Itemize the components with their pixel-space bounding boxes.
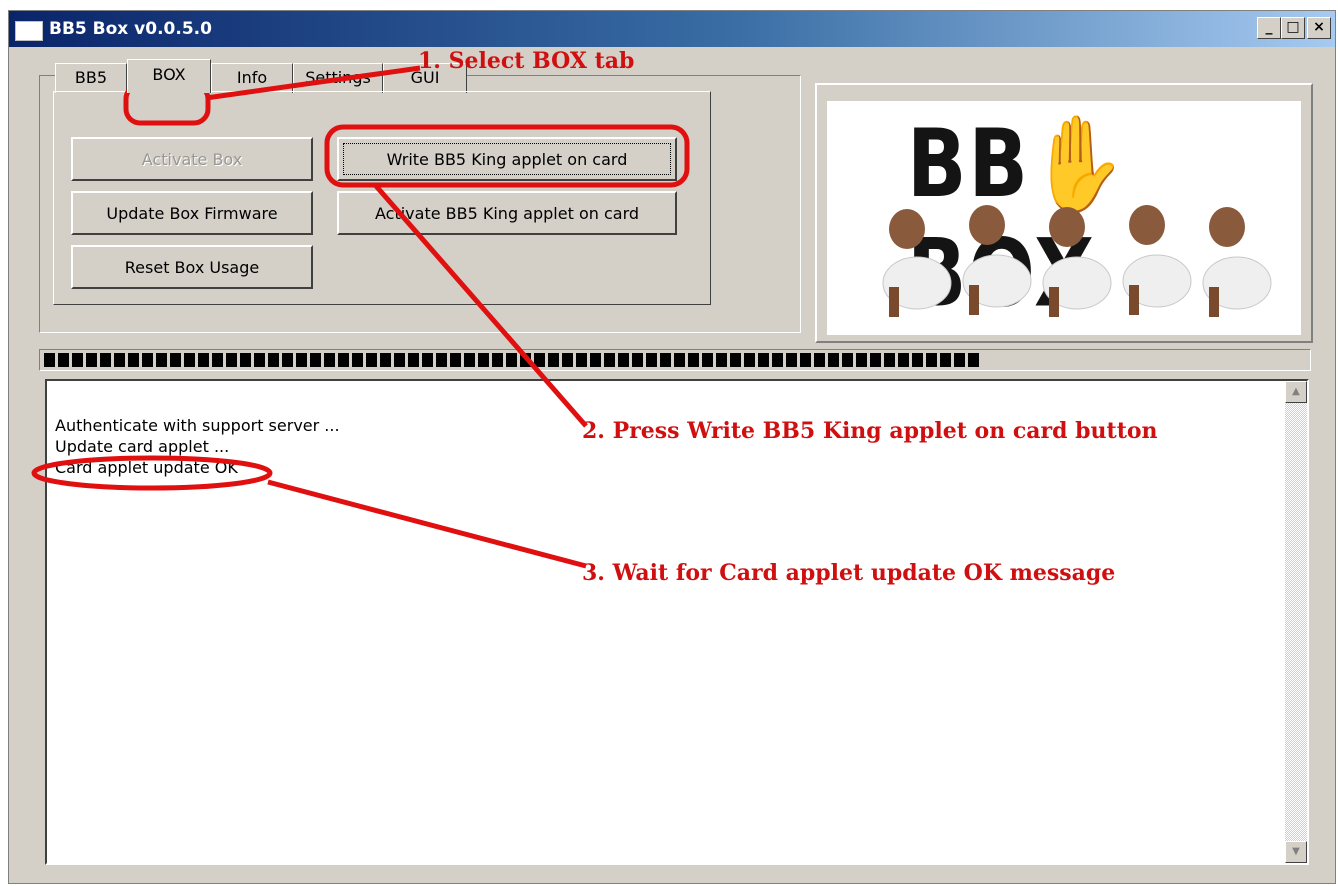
- minimize-icon[interactable]: _: [1257, 17, 1281, 39]
- update-firmware-button[interactable]: Update Box Firmware: [71, 191, 313, 235]
- annotation-step3: 3. Wait for Card applet update OK messag…: [582, 560, 1116, 586]
- tab-bb5[interactable]: BB5: [55, 63, 127, 93]
- close-icon[interactable]: ×: [1307, 17, 1331, 39]
- tab-box[interactable]: BOX: [127, 59, 211, 93]
- write-applet-button[interactable]: Write BB5 King applet on card: [337, 137, 677, 181]
- log-lines: Authenticate with support server ... Upd…: [55, 415, 340, 478]
- log-line: Update card applet ...: [55, 437, 230, 456]
- progress-fill: [44, 353, 979, 367]
- vertical-scrollbar[interactable]: ▲ ▼: [1285, 381, 1307, 863]
- maximize-icon[interactable]: □: [1281, 17, 1305, 39]
- activate-box-button[interactable]: Activate Box: [71, 137, 313, 181]
- activate-applet-button[interactable]: Activate BB5 King applet on card: [337, 191, 677, 235]
- progress-bar: [39, 349, 1311, 371]
- babies-illustration: [882, 205, 1272, 317]
- bb-box-logo: BB✋ BOX: [827, 101, 1301, 335]
- annotation-step2: 2. Press Write BB5 King applet on card b…: [582, 418, 1158, 444]
- app-icon: [15, 21, 43, 41]
- logo-frame: BB✋ BOX: [815, 83, 1313, 343]
- tab-settings[interactable]: Settings: [293, 63, 383, 93]
- tab-info[interactable]: Info: [211, 63, 293, 93]
- window-title: BB5 Box v0.0.5.0: [49, 19, 212, 39]
- reset-usage-button[interactable]: Reset Box Usage: [71, 245, 313, 289]
- annotation-step1: 1. Select BOX tab: [418, 48, 635, 74]
- arrow-down-icon[interactable]: ▼: [1285, 841, 1307, 863]
- focus-rect: [343, 143, 671, 175]
- app-window: BB5 Box v0.0.5.0 _ □ × BB5 BOX Info Sett…: [8, 10, 1336, 884]
- arrow-up-icon[interactable]: ▲: [1285, 381, 1307, 403]
- log-line: Card applet update OK: [55, 458, 238, 477]
- log-line: Authenticate with support server ...: [55, 416, 340, 435]
- title-bar[interactable]: BB5 Box v0.0.5.0 _ □ ×: [9, 11, 1335, 47]
- log-output[interactable]: Authenticate with support server ... Upd…: [45, 379, 1309, 865]
